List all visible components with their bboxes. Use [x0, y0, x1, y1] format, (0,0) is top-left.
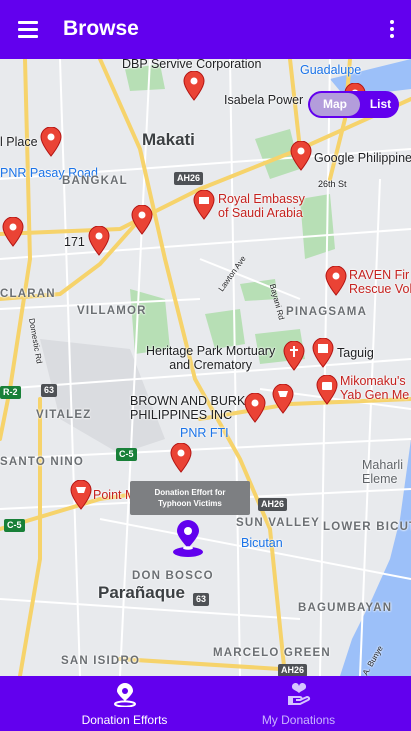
map-label: BROWN AND BURK PHILIPPINES INC: [130, 394, 246, 422]
view-toggle: Map List: [308, 91, 399, 118]
map-label: Guadalupe: [300, 63, 362, 77]
map-label: DBP Servive Corporation: [122, 59, 262, 71]
map-label: BAGUMBAYAN: [298, 602, 393, 614]
map-marker-icon[interactable]: [2, 217, 24, 247]
map-label: Royal Embassy of Saudi Arabia: [218, 192, 305, 220]
map-label: LOWER BICUTA: [323, 521, 411, 533]
road-shield: C-5: [116, 448, 137, 461]
list-view-tab[interactable]: List: [362, 91, 399, 118]
map-label: MARCELO GREEN: [213, 647, 331, 659]
menu-icon[interactable]: [18, 21, 38, 39]
map-label: DON BOSCO: [132, 570, 214, 582]
road-shield: AH26: [258, 498, 288, 511]
map-label: Mikomaku's Yab Gen Me: [340, 374, 410, 402]
map-label: 171: [64, 235, 85, 249]
cemetery-marker-icon[interactable]: [283, 341, 305, 371]
map-marker-icon[interactable]: [183, 71, 205, 101]
map-label: Taguig: [337, 346, 374, 360]
map-label: PNR FTI: [180, 426, 229, 440]
map-label: PINAGSAMA: [286, 306, 368, 318]
nav-my-donations[interactable]: My Donations: [196, 676, 401, 731]
map-label: VITALEZ: [36, 409, 92, 421]
shopping-cart-marker-icon[interactable]: [70, 480, 92, 510]
embassy-marker-icon[interactable]: [193, 190, 215, 220]
app-bar: Browse: [0, 0, 411, 59]
map-label: SUN VALLEY: [236, 517, 320, 529]
map-label: BANGKAL: [62, 175, 128, 187]
map-label: Isabela Power: [224, 93, 304, 107]
location-pin-icon: [113, 683, 136, 707]
map-label: Bicutan: [241, 536, 283, 550]
building-marker-icon[interactable]: [312, 338, 334, 368]
map-marker-icon[interactable]: [244, 393, 266, 423]
nav-label: My Donations: [261, 713, 336, 727]
map-marker-icon[interactable]: [40, 127, 62, 157]
map-label: Makati: [142, 130, 195, 149]
road-shield: R-2: [0, 386, 21, 399]
map-label: Parañaque: [98, 583, 185, 602]
map-label: Heritage Park Mortuary and Crematory: [146, 344, 276, 372]
map-label: SANTO NINO: [0, 456, 84, 468]
map-marker-icon[interactable]: [170, 443, 192, 473]
more-vert-icon[interactable]: [389, 20, 395, 40]
map-marker-icon[interactable]: [131, 205, 153, 235]
marker-tooltip[interactable]: Donation Effort for Typhoon Victims: [130, 481, 250, 515]
map-marker-icon[interactable]: [88, 226, 110, 256]
map-label: RAVEN Fir Rescue Vol: [349, 268, 411, 296]
map-label: VILLAMOR: [77, 305, 147, 317]
map-label: 26th St: [318, 179, 347, 189]
map-label: CLARAN: [0, 288, 56, 300]
map-view-tab[interactable]: Map: [310, 93, 360, 116]
road-shield: AH26: [278, 664, 308, 676]
map-label: Google Philippine: [314, 151, 411, 165]
shopping-cart-marker-icon[interactable]: [272, 384, 294, 414]
map-marker-icon[interactable]: [325, 266, 347, 296]
map-label: l Place: [0, 135, 38, 149]
road-shield: 63: [41, 384, 58, 397]
page-title: Browse: [63, 17, 139, 40]
road-shield: AH26: [174, 172, 204, 185]
map-label: Maharli Eleme: [362, 458, 403, 486]
road-shield: C-5: [4, 519, 25, 532]
shopping-marker-icon[interactable]: [316, 375, 338, 405]
donation-hand-heart-icon: [287, 683, 310, 705]
bottom-navigation: Donation Efforts My Donations: [0, 676, 411, 731]
map-marker-icon[interactable]: [290, 141, 312, 171]
road-shield: 63: [193, 593, 210, 606]
map-label: SAN ISIDRO: [61, 655, 141, 667]
map-pin-icon[interactable]: [171, 520, 205, 558]
